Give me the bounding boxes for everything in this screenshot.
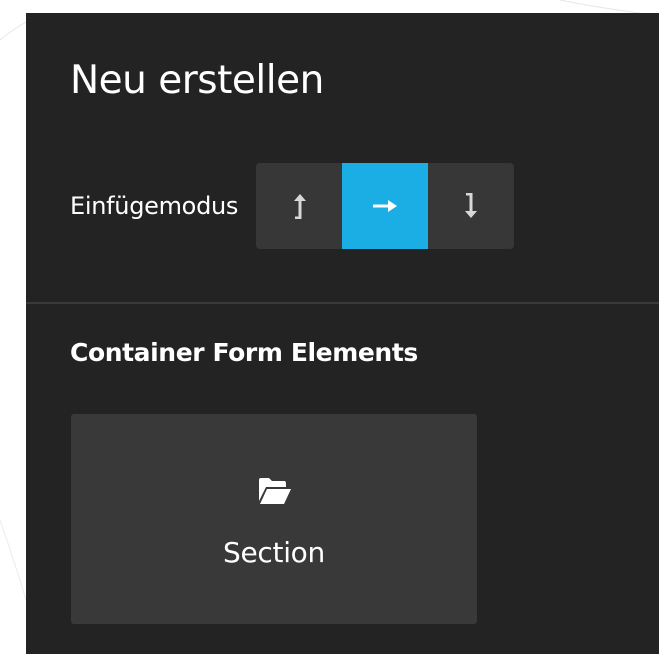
insert-below-icon xyxy=(465,193,478,218)
create-new-panel: Neu erstellen Einfügemodus Container For… xyxy=(26,13,659,654)
section-element-label: Section xyxy=(223,536,325,569)
insert-above-button[interactable] xyxy=(256,163,343,249)
panel-title: Neu erstellen xyxy=(70,58,324,103)
section-heading: Container Form Elements xyxy=(70,338,418,367)
insert-mode-label: Einfügemodus xyxy=(70,192,239,220)
folder-open-icon xyxy=(259,478,291,504)
insert-mode-toggle-group xyxy=(256,163,515,249)
insert-mode-row: Einfügemodus xyxy=(70,163,515,249)
insert-below-button[interactable] xyxy=(428,163,515,249)
insert-above-icon xyxy=(294,194,307,219)
insert-replace-icon xyxy=(373,200,398,212)
insert-replace-button[interactable] xyxy=(342,163,429,249)
divider xyxy=(26,302,659,304)
section-element-tile[interactable]: Section xyxy=(71,414,477,624)
